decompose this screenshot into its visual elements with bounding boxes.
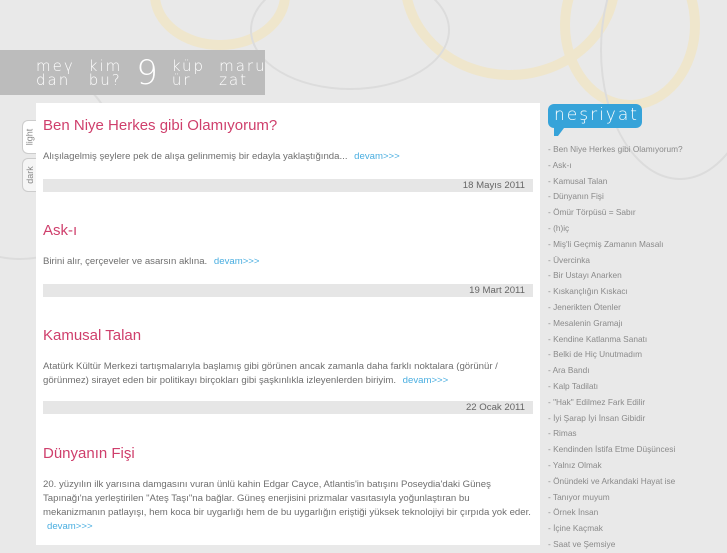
archive-link[interactable]: - Örnek İnsan [548,505,727,521]
archive-link[interactable]: - Yalnız Olmak [548,458,727,474]
main-nav: meү dan kim bu? 9 küp ür maru zat [0,50,265,95]
archive-link[interactable]: - Üvercinka [548,253,727,269]
read-more-link[interactable]: devam>>> [354,151,400,162]
archive-link[interactable]: - Rimas [548,426,727,442]
archive-link[interactable]: - Ask-ı [548,158,727,174]
theme-switcher: light dark [22,120,36,196]
archive-link[interactable]: - Dünyanın Fişi [548,189,727,205]
theme-tab-dark[interactable]: dark [22,158,36,192]
post: Ask-ı Birini alır, çerçeveler ve asarsın… [43,208,533,313]
archive-link[interactable]: - Kamusal Talan [548,174,727,190]
nav-line: bu? [88,70,122,89]
archive-link[interactable]: - Kalp Tadilatı [548,379,727,395]
archive-link[interactable]: - Kıskançlığın Kıskacı [548,284,727,300]
post-date: 19 Mart 2011 [43,284,533,297]
nav-line: dan [36,70,71,89]
posts-list: Ben Niye Herkes gibi Olamıyorum? Alışıla… [36,103,540,545]
nav-maruzat[interactable]: maru zat [219,58,266,89]
post: Kamusal Talan Atatürk Kültür Merkezi tar… [43,313,533,431]
archive-list: - Ben Niye Herkes gibi Olamıyorum? - Ask-… [548,142,727,553]
tab-label: light [24,128,35,146]
archive-link[interactable]: - Bir Ustayı Anarken [548,268,727,284]
archive-link[interactable]: - Tanıyor muyum [548,490,727,506]
archive-link[interactable]: - (h)iç [548,221,727,237]
archive-link[interactable]: - Ara Bandı [548,363,727,379]
nav-home-logo[interactable]: 9 [136,56,158,90]
archive-link[interactable]: - Ben Niye Herkes gibi Olamıyorum? [548,142,727,158]
read-more-link[interactable]: devam>>> [214,256,260,267]
theme-tab-light[interactable]: light [22,120,36,154]
post-title[interactable]: Kamusal Talan [43,327,141,344]
post: Dünyanın Fişi 20. yüzyılın ilk yarısına … [43,431,533,551]
nav-line: zat [219,70,249,89]
post-date: 18 Mayıs 2011 [43,179,533,192]
nav-kimbu[interactable]: kim bu? [88,58,122,89]
excerpt-text: 20. yüzyılın ilk yarısına damgasını vura… [43,479,531,518]
excerpt-text: Birini alır, çerçeveler ve asarsın aklın… [43,256,208,267]
archive-link[interactable]: - Ömür Törpüsü = Sabır [548,205,727,221]
archive-link[interactable]: - Önündeki ve Arkandaki Hayat ise [548,474,727,490]
post-date: 22 Ocak 2011 [43,401,533,414]
nav-line: ür [171,70,192,89]
archive-link[interactable]: - İyi Şarap İyi İnsan Gibidir [548,411,727,427]
nav-kupur[interactable]: küp ür [171,58,205,89]
nav-meydan[interactable]: meү dan [36,58,75,89]
archive-link[interactable]: - Mesalenin Gramajı [548,316,727,332]
read-more-link[interactable]: devam>>> [403,375,449,386]
post-excerpt: Birini alır, çerçeveler ve asarsın aklın… [43,255,533,269]
post: Ben Niye Herkes gibi Olamıyorum? Alışıla… [43,103,533,208]
archive-link[interactable]: - Miş'li Geçmiş Zamanın Masalı [548,237,727,253]
sidebar: neşriyat - Ben Niye Herkes gibi Olamıyor… [548,104,727,553]
sidebar-title: neşriyat [548,104,642,136]
post-title[interactable]: Ben Niye Herkes gibi Olamıyorum? [43,117,277,134]
archive-link[interactable]: - İçine Kaçmak [548,521,727,537]
archive-link[interactable]: - "Hak" Edilmez Fark Edilir [548,395,727,411]
read-more-link[interactable]: devam>>> [47,521,93,532]
tab-label: dark [24,166,35,184]
archive-link[interactable]: - Jenerikten Ötenler [548,300,727,316]
archive-link[interactable]: - Kendine Katlanma Sanatı [548,332,727,348]
archive-link[interactable]: - Belki de Hiç Unutmadım [548,347,727,363]
archive-link[interactable]: - Kendinden İstifa Etme Düşüncesi [548,442,727,458]
post-excerpt: Alışılagelmiş şeylere pek de alışa gelin… [43,150,533,164]
post-title[interactable]: Dünyanın Fişi [43,445,135,462]
excerpt-text: Alışılagelmiş şeylere pek de alışa gelin… [43,151,348,162]
post-title[interactable]: Ask-ı [43,222,77,239]
post-excerpt: 20. yüzyılın ilk yarısına damgasını vura… [43,478,533,534]
post-excerpt: Atatürk Kültür Merkezi tartışmalarıyla b… [43,360,533,388]
